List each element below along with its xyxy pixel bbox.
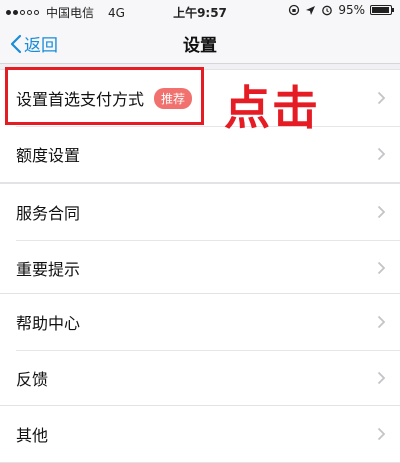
list-item-service-contract[interactable]: 服务合同 bbox=[0, 184, 400, 240]
chevron-right-icon bbox=[377, 315, 386, 329]
status-bar: 中国电信 4G 上午9:57 95% bbox=[0, 0, 400, 22]
list-item-help-center[interactable]: 帮助中心 bbox=[0, 294, 400, 350]
battery-percent: 95% bbox=[338, 3, 365, 17]
status-right: 95% bbox=[288, 3, 394, 17]
navigation-bar: 返回 设置 bbox=[0, 22, 400, 64]
location-icon bbox=[306, 5, 316, 15]
page-title: 设置 bbox=[183, 36, 217, 56]
list-item-label: 反馈 bbox=[16, 370, 49, 389]
chevron-right-icon bbox=[377, 205, 386, 219]
battery-fill bbox=[372, 7, 389, 13]
alarm-icon bbox=[322, 5, 333, 16]
list-item-preferred-payment[interactable]: 设置首选支付方式 推荐 bbox=[0, 70, 400, 126]
click-annotation: 点击 bbox=[224, 81, 320, 135]
list-item-limit-settings[interactable]: 额度设置 bbox=[0, 126, 400, 182]
settings-group-contract: 服务合同 重要提示 bbox=[0, 183, 400, 297]
chevron-right-icon bbox=[377, 261, 386, 275]
chevron-right-icon bbox=[377, 147, 386, 161]
list-item-feedback[interactable]: 反馈 bbox=[0, 350, 400, 406]
chevron-right-icon bbox=[377, 427, 386, 441]
chevron-right-icon bbox=[377, 371, 386, 385]
settings-group-help: 帮助中心 反馈 bbox=[0, 293, 400, 407]
list-item-label: 设置首选支付方式 bbox=[16, 90, 145, 109]
list-item-important-notice[interactable]: 重要提示 bbox=[0, 240, 400, 296]
battery-icon bbox=[370, 5, 394, 15]
chevron-right-icon bbox=[377, 91, 386, 105]
recommend-badge: 推荐 bbox=[154, 87, 193, 109]
list-item-label: 重要提示 bbox=[16, 260, 81, 279]
settings-group-payment: 设置首选支付方式 推荐 额度设置 bbox=[0, 69, 400, 183]
list-item-label: 其他 bbox=[16, 426, 49, 445]
list-item-label: 服务合同 bbox=[16, 204, 81, 223]
settings-group-other: 其他 bbox=[0, 405, 400, 463]
orientation-lock-icon bbox=[289, 4, 300, 16]
list-item-other[interactable]: 其他 bbox=[0, 406, 400, 462]
list-item-label: 额度设置 bbox=[16, 146, 81, 165]
list-item-label: 帮助中心 bbox=[16, 314, 81, 333]
